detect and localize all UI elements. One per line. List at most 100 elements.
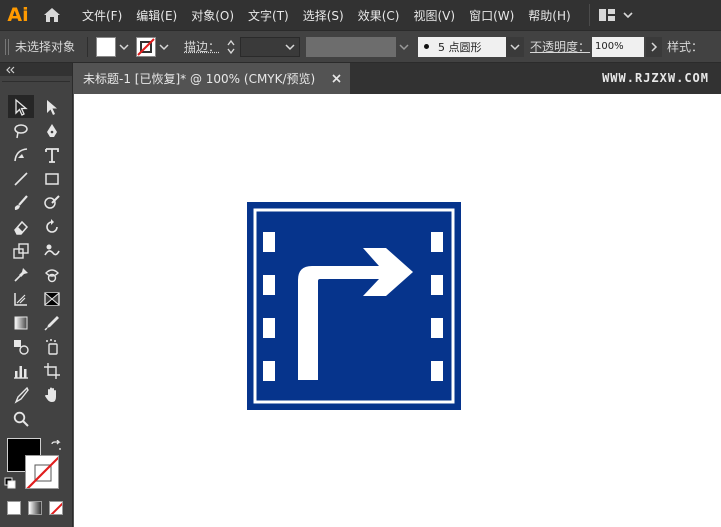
puppet-warp-tool[interactable] — [8, 263, 34, 286]
shaper-tool[interactable] — [39, 191, 65, 214]
chevron-down-icon — [399, 43, 409, 50]
opacity-input[interactable]: 100% — [592, 36, 645, 57]
brush-dropdown[interactable] — [506, 36, 525, 57]
style-label: 样式： — [667, 40, 704, 54]
menu-window[interactable]: 窗口(W) — [469, 7, 514, 24]
free-transform-tool[interactable] — [39, 263, 65, 286]
rectangle-icon — [45, 172, 59, 185]
rotate-tool[interactable] — [39, 215, 65, 238]
selection-arrow-icon — [15, 98, 28, 116]
control-bar: 未选择对象 描边： 5 点圆形 不透明度： 100% 样式： — [0, 30, 721, 63]
home-button[interactable] — [36, 0, 68, 30]
stroke-swatch-large[interactable] — [25, 455, 59, 489]
none-color-icon — [137, 37, 155, 56]
chevron-down-icon — [159, 43, 169, 50]
slice-tool[interactable] — [8, 383, 34, 406]
zoom-icon — [13, 411, 29, 427]
symbol-sprayer-tool[interactable] — [39, 335, 65, 358]
gradient-mode-button[interactable] — [28, 501, 42, 515]
column-graph-tool[interactable] — [8, 359, 34, 382]
hand-tool[interactable] — [39, 383, 65, 406]
chevron-down-icon — [119, 43, 129, 50]
free-transform-icon — [45, 268, 59, 282]
perspective-grid-tool[interactable] — [39, 287, 65, 310]
eraser-tool[interactable] — [8, 215, 34, 238]
profile-dropdown[interactable] — [396, 37, 412, 57]
lasso-icon — [14, 123, 28, 138]
direct-selection-tool[interactable] — [39, 95, 65, 118]
warp-icon — [44, 244, 60, 255]
blend-icon — [14, 339, 29, 355]
opacity-label[interactable]: 不透明度： — [530, 38, 590, 55]
line-segment-tool[interactable] — [8, 167, 34, 190]
knife-icon — [14, 386, 29, 404]
shape-builder-tool[interactable] — [8, 287, 34, 310]
tools-panel-grip — [2, 76, 70, 82]
chevron-down-icon — [285, 43, 295, 50]
scale-tool[interactable] — [8, 239, 34, 262]
stroke-weight-stepper[interactable] — [224, 37, 238, 57]
left-block-1 — [263, 232, 275, 252]
symbol-sprayer-icon — [46, 338, 58, 355]
workspace-switcher[interactable] — [588, 4, 634, 26]
gradient-tool[interactable] — [8, 311, 34, 334]
none-color-icon — [26, 456, 58, 488]
selection-tool[interactable] — [8, 95, 34, 118]
perspective-grid-icon — [44, 291, 60, 306]
color-mode-button[interactable] — [7, 501, 21, 515]
menu-view[interactable]: 视图(V) — [413, 7, 455, 24]
document-tab-title: 未标题-1 [已恢复]* @ 100% (CMYK/预览) — [83, 72, 316, 86]
type-tool[interactable] — [39, 143, 65, 166]
warp-tool[interactable] — [39, 239, 65, 262]
opacity-flyout[interactable] — [646, 36, 663, 57]
document-tab[interactable]: 未标题-1 [已恢复]* @ 100% (CMYK/预览) — [74, 63, 350, 94]
eyedropper-tool[interactable] — [39, 311, 65, 334]
curvature-tool[interactable] — [8, 143, 34, 166]
variable-width-profile[interactable] — [306, 36, 397, 57]
menu-type[interactable]: 文字(T) — [248, 7, 289, 24]
menu-edit[interactable]: 编辑(E) — [136, 7, 177, 24]
bar-graph-icon — [14, 365, 28, 379]
none-color-icon — [50, 502, 62, 514]
menu-effect[interactable]: 效果(C) — [358, 7, 400, 24]
fill-dropdown[interactable] — [116, 37, 132, 57]
shaper-icon — [44, 194, 60, 209]
brush-definition[interactable]: 5 点圆形 — [418, 36, 507, 57]
collapse-panel-icon[interactable] — [6, 66, 16, 74]
default-colors-icon[interactable] — [4, 477, 16, 489]
direct-selection-icon — [47, 99, 57, 115]
stroke-weight-select[interactable] — [240, 36, 301, 57]
rectangle-tool[interactable] — [39, 167, 65, 190]
magic-wand-tool[interactable] — [8, 119, 34, 142]
brush-value: 5 点圆形 — [438, 40, 482, 54]
left-block-2 — [263, 275, 275, 295]
paintbrush-tool[interactable] — [8, 191, 34, 214]
none-mode-button[interactable] — [49, 501, 63, 515]
eyedropper-icon — [44, 315, 59, 331]
artboard-tool[interactable] — [39, 359, 65, 382]
panel-grip-icon — [5, 38, 9, 55]
swap-colors-icon[interactable] — [50, 440, 62, 452]
artboard-canvas[interactable] — [74, 94, 721, 527]
zoom-tool[interactable] — [8, 407, 34, 430]
menu-object[interactable]: 对象(O) — [191, 7, 234, 24]
menu-bar: Ai 文件(F) 编辑(E) 对象(O) 文字(T) 选择(S) 效果(C) 视… — [0, 0, 721, 30]
blend-tool[interactable] — [8, 335, 34, 358]
pen-icon — [47, 123, 57, 137]
eraser-icon — [14, 220, 29, 235]
menu-help[interactable]: 帮助(H) — [528, 7, 570, 24]
stroke-color-swatch[interactable] — [136, 36, 157, 57]
menu-file[interactable]: 文件(F) — [82, 7, 122, 24]
paintbrush-icon — [14, 194, 28, 210]
fill-color-swatch[interactable] — [96, 36, 117, 57]
turn-right-road-sign[interactable] — [247, 202, 461, 410]
stroke-dropdown[interactable] — [156, 37, 172, 57]
right-block-4 — [431, 361, 443, 381]
menu-select[interactable]: 选择(S) — [303, 7, 344, 24]
close-tab-button[interactable] — [330, 72, 342, 84]
pen-tool[interactable] — [39, 119, 65, 142]
left-block-4 — [263, 361, 275, 381]
brush-dot-icon — [424, 44, 430, 49]
gradient-icon — [14, 316, 28, 329]
stepper-arrows-icon — [227, 39, 235, 54]
